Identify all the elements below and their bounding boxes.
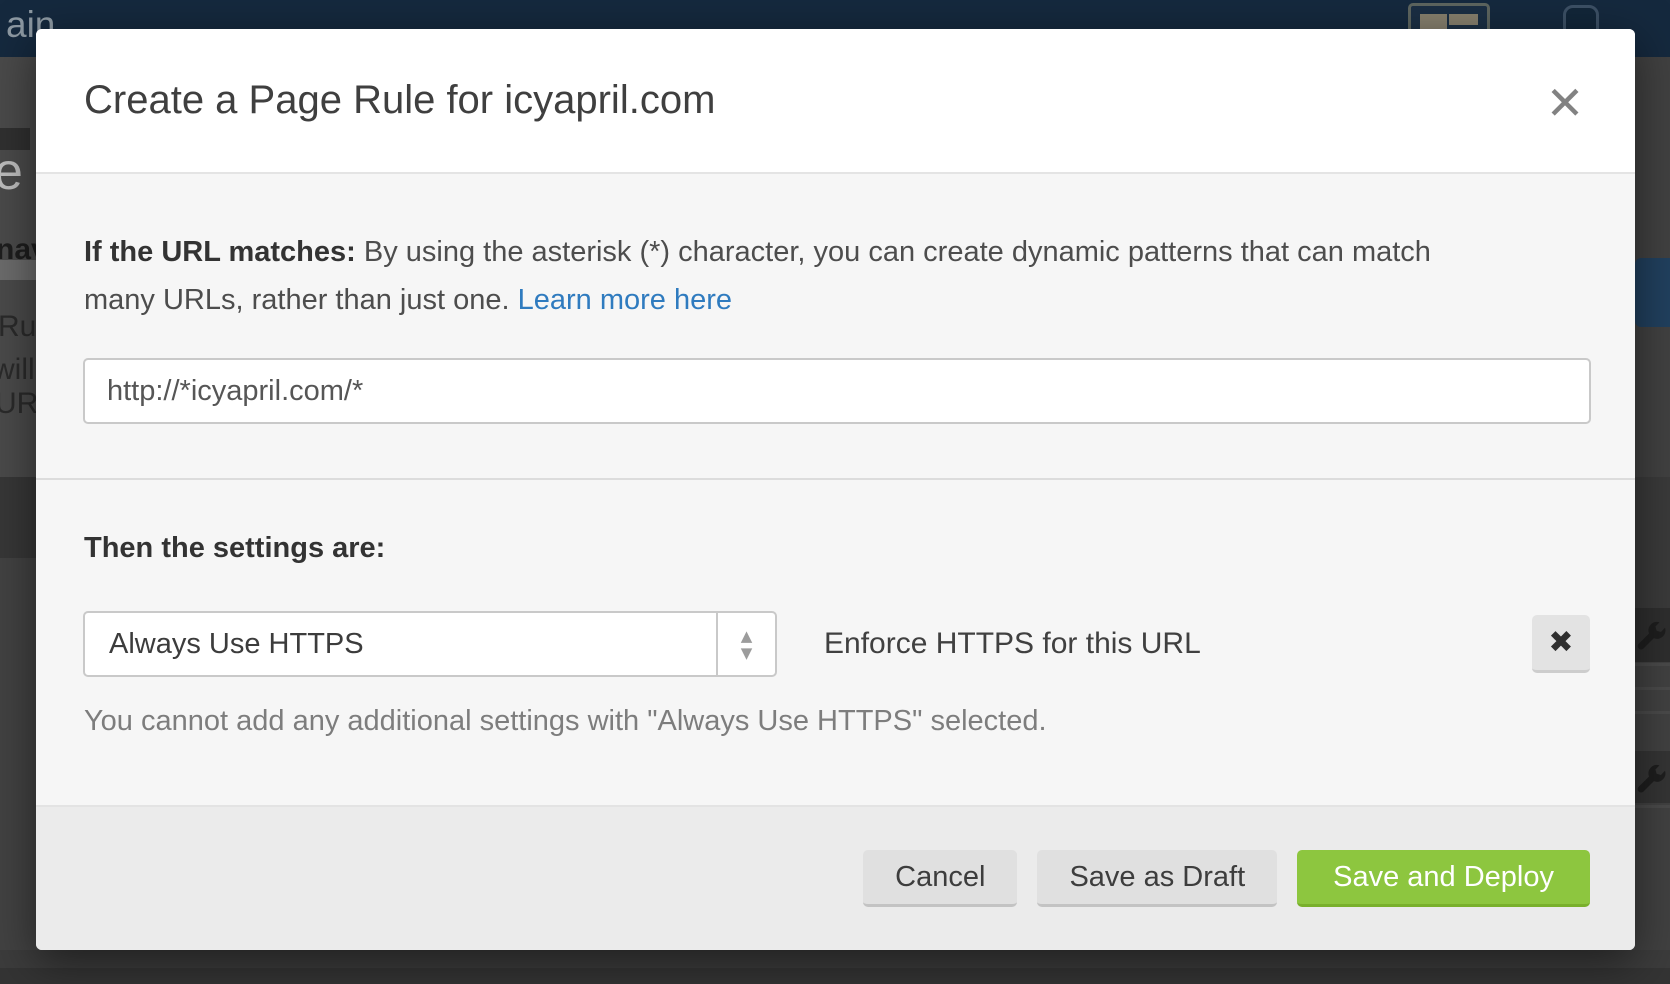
row-divider [1635,711,1670,714]
body-text-fragment: Ru [0,310,36,344]
modal-header: Create a Page Rule for icyapril.com [36,29,1635,174]
chevron-up-icon: ▲ [741,629,753,643]
url-pattern-input[interactable] [83,358,1591,424]
url-match-label: If the URL matches: [84,236,356,268]
news-layout-icon-bar [1449,14,1478,25]
cancel-button[interactable]: Cancel [863,850,1017,907]
modal-title: Create a Page Rule for icyapril.com [84,78,715,123]
body-text-fragment: UR [0,387,38,421]
select-stepper[interactable]: ▲ ▼ [716,613,775,675]
modal-footer: Cancel Save as Draft Save and Deploy [36,805,1635,950]
remove-x-icon: ✖ [1548,625,1573,660]
dimmed-table-body [0,558,36,950]
setting-restriction-note: You cannot add any additional settings w… [84,705,1047,738]
close-icon[interactable]: ✕ [1537,75,1593,131]
wrench-icon [1632,760,1668,796]
dimmed-blue-button-fragment [1635,258,1670,327]
setting-select-value: Always Use HTTPS [109,613,364,675]
save-and-deploy-button[interactable]: Save and Deploy [1297,850,1590,907]
url-match-text-line1: By using the asterisk (*) character, you… [356,236,1431,268]
setting-select[interactable]: Always Use HTTPS ▲ ▼ [83,611,777,677]
learn-more-link[interactable]: Learn more here [518,284,732,316]
dimmed-row-action [1635,608,1670,662]
row-divider [1635,687,1670,690]
heading-text-fragment: e [0,142,23,202]
dimmed-table-header [1635,477,1670,610]
url-match-description: If the URL matches: By using the asteris… [84,228,1587,324]
dimmed-page-right-edge [1635,57,1670,950]
wrench-icon [1632,617,1668,653]
section-divider [36,478,1635,480]
remove-setting-button[interactable]: ✖ [1532,615,1590,673]
row-divider [1635,805,1670,808]
dimmed-page-left-edge: e nav Ru will UR [0,57,36,950]
dimmed-light-band [0,260,36,280]
url-match-text-line2: many URLs, rather than just one. [84,284,518,316]
dimmed-table-header [0,477,36,558]
dimmed-page-bottom-edge [0,950,1670,984]
setting-description: Enforce HTTPS for this URL [824,611,1201,677]
save-as-draft-button[interactable]: Save as Draft [1037,850,1277,907]
dimmed-band [0,968,1670,984]
settings-heading: Then the settings are: [84,532,385,565]
row-divider [1635,663,1670,666]
chevron-down-icon: ▼ [741,646,753,660]
body-text-fragment: will [0,353,35,387]
dimmed-row-action [1635,751,1670,803]
create-page-rule-modal: Create a Page Rule for icyapril.com ✕ If… [36,29,1635,950]
